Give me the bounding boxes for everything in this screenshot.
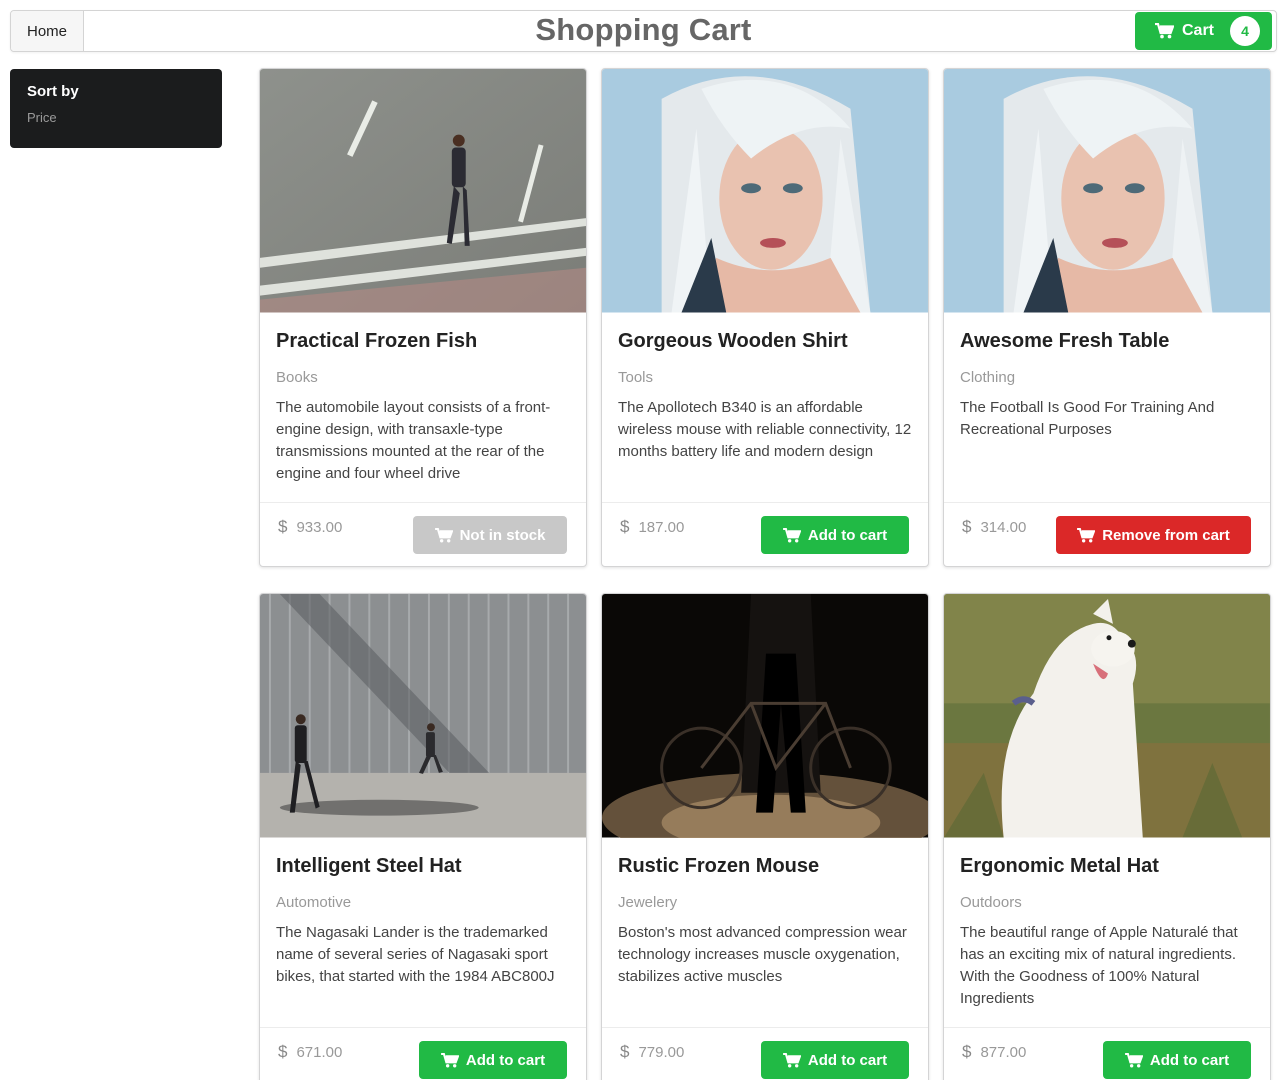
add-to-cart-button[interactable]: Add to cart <box>761 1041 909 1079</box>
product-category: Books <box>276 369 318 386</box>
product-title[interactable]: Practical Frozen Fish <box>276 328 570 354</box>
dollar-icon: $ <box>962 1042 972 1061</box>
product-description: Boston's most advanced compression wear … <box>618 924 907 985</box>
product-description: The Nagasaki Lander is the trademarked n… <box>276 924 555 985</box>
cart-icon <box>441 1052 459 1067</box>
dollar-icon: $ <box>278 1042 288 1061</box>
add-to-cart-button[interactable]: Add to cart <box>761 516 909 554</box>
product-category: Clothing <box>960 369 1016 386</box>
add-to-cart-button[interactable]: Add to cart <box>1103 1041 1251 1079</box>
product-card: Rustic Frozen Mouse Jewelery Boston's mo… <box>601 593 929 1080</box>
product-image <box>944 594 1270 839</box>
product-card: Intelligent Steel Hat Automotive The Nag… <box>259 593 587 1080</box>
product-title[interactable]: Intelligent Steel Hat <box>276 853 570 879</box>
product-category: Tools <box>618 369 654 386</box>
home-link[interactable]: Home <box>11 11 84 51</box>
not-in-stock-button[interactable]: Not in stock <box>413 516 567 554</box>
cart-icon <box>1077 527 1096 542</box>
product-title[interactable]: Rustic Frozen Mouse <box>618 853 912 879</box>
product-category: Automotive <box>276 894 352 911</box>
product-card: Gorgeous Wooden Shirt Tools The Apollote… <box>601 68 929 567</box>
cart-icon <box>783 527 801 542</box>
sort-option-price[interactable]: Price <box>27 110 205 125</box>
page-title: Shopping Cart <box>535 12 752 47</box>
product-title[interactable]: Ergonomic Metal Hat <box>960 853 1254 879</box>
product-price: $877.00 <box>962 1042 1027 1061</box>
dollar-icon: $ <box>620 1042 630 1061</box>
product-image <box>602 69 928 314</box>
product-card: Awesome Fresh Table Clothing The Footbal… <box>943 68 1271 567</box>
product-description: The Apollotech B340 is an affordable wir… <box>618 399 912 460</box>
product-description: The automobile layout consists of a fron… <box>276 399 551 482</box>
product-title[interactable]: Awesome Fresh Table <box>960 328 1254 354</box>
product-price: $187.00 <box>620 517 685 536</box>
dollar-icon: $ <box>278 517 288 536</box>
product-image <box>260 69 586 314</box>
dollar-icon: $ <box>962 517 972 536</box>
cart-icon <box>434 527 453 542</box>
product-image <box>260 594 586 839</box>
product-price: $933.00 <box>278 517 343 536</box>
product-card: Practical Frozen Fish Books The automobi… <box>259 68 587 567</box>
sort-menu: Sort by Price <box>10 69 222 148</box>
product-image <box>944 69 1270 314</box>
product-description: The Football Is Good For Training And Re… <box>960 399 1215 438</box>
product-description: The beautiful range of Apple Naturalé th… <box>960 924 1238 1007</box>
remove-from-cart-button[interactable]: Remove from cart <box>1056 516 1251 554</box>
sort-title: Sort by <box>27 83 79 100</box>
product-category: Jewelery <box>618 894 678 911</box>
cart-count-badge: 4 <box>1230 16 1260 46</box>
cart-icon <box>1155 23 1174 39</box>
cart-button[interactable]: Cart 4 <box>1135 12 1272 50</box>
product-price: $314.00 <box>962 517 1027 536</box>
cart-icon <box>783 1052 801 1067</box>
product-price: $671.00 <box>278 1042 343 1061</box>
product-image <box>602 594 928 839</box>
add-to-cart-button[interactable]: Add to cart <box>419 1041 567 1079</box>
top-menu-bar: Home Shopping Cart Cart 4 <box>10 10 1277 52</box>
cart-icon <box>1125 1052 1143 1067</box>
product-category: Outdoors <box>960 894 1022 911</box>
product-price: $779.00 <box>620 1042 685 1061</box>
product-card: Ergonomic Metal Hat Outdoors The beautif… <box>943 593 1271 1080</box>
dollar-icon: $ <box>620 517 630 536</box>
cart-label: Cart <box>1182 22 1215 39</box>
product-title[interactable]: Gorgeous Wooden Shirt <box>618 328 912 354</box>
